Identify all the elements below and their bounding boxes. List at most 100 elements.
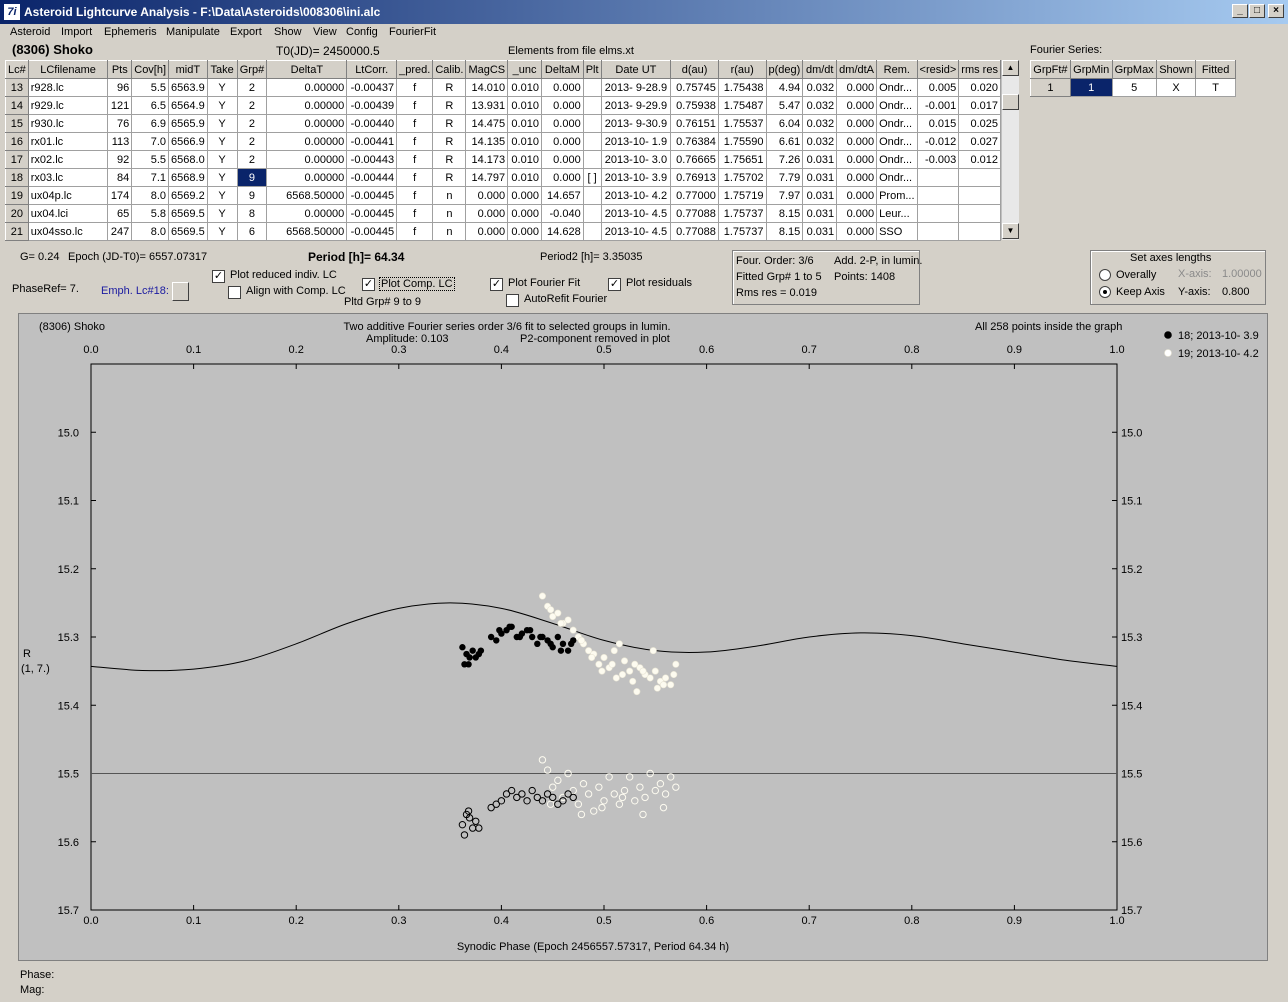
x-axis-value[interactable]: 1.00000 — [1222, 268, 1262, 280]
table-cell[interactable]: Y — [206, 186, 238, 205]
plot-reduced-checkbox[interactable]: ✓ — [212, 270, 225, 283]
table-row[interactable]: 18 rx03.lc 84 7.1 6568.9 Y 9 0.00000 -0.00444 f R 1… — [5, 168, 1001, 187]
table-cell[interactable]: 0.015 — [916, 114, 960, 133]
column-header[interactable]: Shown — [1155, 60, 1197, 79]
table-cell[interactable]: 2013-10- 4.5 — [600, 222, 672, 241]
table-cell[interactable] — [916, 204, 960, 223]
table-cell[interactable]: 0.00000 — [266, 132, 348, 151]
table-cell[interactable]: rx03.lc — [27, 168, 109, 187]
table-cell[interactable]: ux04p.lc — [27, 186, 109, 205]
table-cell[interactable]: 0.010 — [507, 168, 542, 187]
table-cell[interactable]: Ondr... — [876, 114, 918, 133]
table-cell[interactable]: Ondr... — [876, 150, 918, 169]
table-cell[interactable]: 0.000 — [540, 168, 584, 187]
table-cell[interactable]: 5.8 — [131, 204, 170, 223]
table-cell[interactable]: 121 — [107, 96, 133, 115]
table-cell[interactable]: 14.173 — [465, 150, 509, 169]
table-cell[interactable]: T — [1195, 78, 1236, 97]
table-cell[interactable]: r929.lc — [27, 96, 109, 115]
table-cell[interactable]: 5 — [1111, 78, 1157, 97]
table-cell[interactable]: 1.75438 — [717, 78, 767, 97]
column-header[interactable]: r(au) — [717, 60, 767, 79]
table-cell[interactable]: -0.00441 — [346, 132, 398, 151]
column-header[interactable]: Take — [206, 60, 238, 79]
emph-lc-spinner[interactable] — [172, 282, 189, 301]
table-cell[interactable]: 14.475 — [465, 114, 509, 133]
table-cell[interactable]: 0.031 — [802, 204, 838, 223]
table-cell[interactable]: Leur... — [876, 204, 918, 223]
table-cell[interactable]: 6568.50000 — [266, 222, 348, 241]
table-cell[interactable]: 0.00000 — [266, 168, 348, 187]
table-cell[interactable]: 8.0 — [131, 222, 170, 241]
table-cell[interactable]: 0.010 — [507, 78, 542, 97]
menu-config[interactable]: Config — [346, 26, 378, 38]
table-cell[interactable]: 1 — [1069, 78, 1113, 97]
table-cell[interactable] — [958, 186, 1001, 205]
table-cell[interactable]: f — [396, 204, 434, 223]
table-cell[interactable]: 6566.9 — [168, 132, 208, 151]
table-cell[interactable]: X — [1155, 78, 1197, 97]
table-cell[interactable] — [582, 132, 602, 151]
table-cell[interactable]: 0.000 — [540, 150, 584, 169]
table-cell[interactable]: 2 — [236, 78, 268, 97]
table-cell[interactable]: Y — [206, 78, 238, 97]
table-cell[interactable]: f — [396, 78, 434, 97]
table-cell[interactable] — [582, 186, 602, 205]
column-header[interactable]: d(au) — [670, 60, 719, 79]
table-cell[interactable]: f — [396, 96, 434, 115]
table-cell[interactable]: 0.031 — [802, 150, 838, 169]
table-cell[interactable] — [582, 222, 602, 241]
table-cell[interactable]: 5.5 — [131, 150, 170, 169]
scroll-down-arrow[interactable]: ▼ — [1002, 223, 1019, 239]
table-cell[interactable]: 0.027 — [958, 132, 1001, 151]
table-cell[interactable]: 5.47 — [765, 96, 804, 115]
table-cell[interactable]: 0.000 — [836, 132, 878, 151]
column-header[interactable]: MagCS — [465, 60, 509, 79]
table-cell[interactable]: 0.77088 — [670, 204, 719, 223]
column-header[interactable]: GrpFt# — [1030, 60, 1071, 79]
column-header[interactable]: DeltaM — [540, 60, 584, 79]
table-cell[interactable]: 0.000 — [507, 186, 542, 205]
table-cell[interactable]: R — [432, 78, 467, 97]
table-cell[interactable]: 0.025 — [958, 114, 1001, 133]
table-cell[interactable]: 1.75719 — [717, 186, 767, 205]
table-cell[interactable]: 2013-10- 4.2 — [600, 186, 672, 205]
table-cell[interactable]: 0.000 — [836, 114, 878, 133]
table-cell[interactable]: R — [432, 132, 467, 151]
table-cell[interactable]: f — [396, 132, 434, 151]
column-header[interactable]: LCfilename — [27, 60, 109, 79]
table-cell[interactable]: 14.797 — [465, 168, 509, 187]
scroll-up-arrow[interactable]: ▲ — [1002, 60, 1019, 76]
plot-panel[interactable]: 0.0 0.0 0.1 0.1 0.2 0.2 0.3 0.3 0.4 0.4 0.5 0.5 0.6 0… — [18, 313, 1268, 961]
table-cell[interactable]: 0.000 — [836, 78, 878, 97]
table-cell[interactable]: 0.032 — [802, 132, 838, 151]
table-cell[interactable]: n — [432, 222, 467, 241]
table-cell[interactable]: Y — [206, 114, 238, 133]
table-row[interactable]: 19 ux04p.lc 174 8.0 6569.2 Y 9 6568.50000 -0.004… — [5, 186, 1001, 205]
table-cell[interactable] — [582, 204, 602, 223]
menu-asteroid[interactable]: Asteroid — [10, 26, 50, 38]
row-header[interactable]: 20 — [5, 204, 29, 223]
table-cell[interactable]: 0.032 — [802, 96, 838, 115]
column-header[interactable]: Fitted — [1195, 60, 1236, 79]
table-cell[interactable]: 0.00000 — [266, 204, 348, 223]
table-cell[interactable]: 0.000 — [836, 204, 878, 223]
table-cell[interactable]: Y — [206, 132, 238, 151]
table-cell[interactable]: ux04sso.lc — [27, 222, 109, 241]
table-cell[interactable]: n — [432, 204, 467, 223]
row-header[interactable]: 16 — [5, 132, 29, 151]
table-cell[interactable] — [582, 150, 602, 169]
table-cell[interactable]: 65 — [107, 204, 133, 223]
column-header[interactable]: rms res — [958, 60, 1001, 79]
row-header[interactable]: 1 — [1030, 78, 1071, 97]
table-cell[interactable]: 14.135 — [465, 132, 509, 151]
table-cell[interactable]: 0.00000 — [266, 78, 348, 97]
table-cell[interactable]: 7.79 — [765, 168, 804, 187]
table-cell[interactable]: 7.0 — [131, 132, 170, 151]
table-cell[interactable]: 0.000 — [540, 114, 584, 133]
table-cell[interactable]: 0.000 — [507, 204, 542, 223]
column-header[interactable]: p(deg) — [765, 60, 804, 79]
table-cell[interactable]: -0.00440 — [346, 114, 398, 133]
table-cell[interactable]: SSO — [876, 222, 918, 241]
table-cell[interactable]: f — [396, 186, 434, 205]
